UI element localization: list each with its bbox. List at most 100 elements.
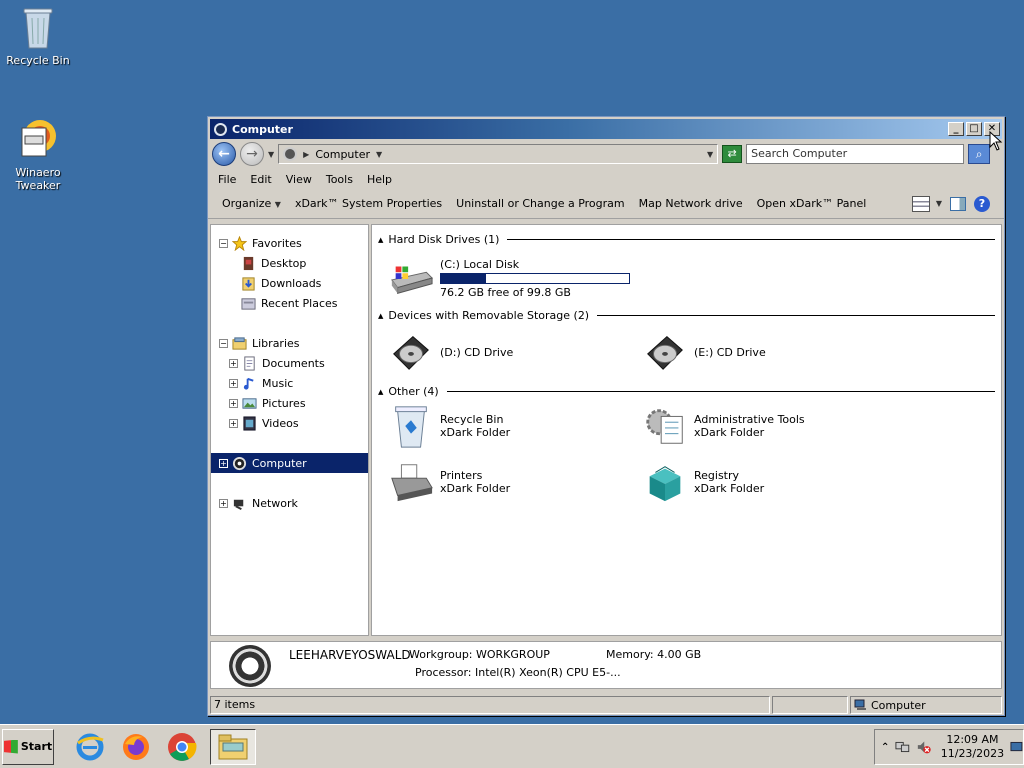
- explorer-window: Computer _ □ ✕ ← → ▼ ▶ Computer ▼ ▼ ⇄ Se…: [207, 116, 1005, 716]
- firefox-icon[interactable]: [118, 729, 154, 765]
- nav-desktop[interactable]: Desktop: [211, 253, 368, 273]
- collapse-arrow-icon[interactable]: ▲: [378, 388, 383, 396]
- nav-videos[interactable]: + Videos: [211, 413, 368, 433]
- system-properties-button[interactable]: xDark™ System Properties: [289, 197, 450, 210]
- collapse-icon[interactable]: −: [219, 338, 228, 348]
- breadcrumb-computer[interactable]: Computer: [315, 148, 370, 161]
- maximize-button[interactable]: □: [966, 122, 982, 136]
- documents-icon: [244, 355, 255, 371]
- change-view-icon[interactable]: [911, 195, 930, 212]
- chevron-right-icon[interactable]: ▶: [303, 150, 309, 159]
- local-disk-icon: [391, 266, 434, 294]
- chevron-down-icon[interactable]: ▼: [376, 150, 382, 159]
- search-input[interactable]: Search Computer: [746, 144, 965, 164]
- address-toolbar: ← → ▼ ▶ Computer ▼ ▼ ⇄ Search Computer ⌕: [208, 139, 1004, 169]
- administrative-tools-icon: [646, 409, 683, 444]
- item-registry[interactable]: Registry xDark Folder: [642, 459, 764, 505]
- item-administrative-tools[interactable]: Administrative Tools xDark Folder: [642, 403, 805, 449]
- nav-music[interactable]: + Music: [211, 373, 368, 393]
- mouse-cursor-icon: [989, 131, 1003, 151]
- drive-c[interactable]: (C:) Local Disk 76.2 GB free of 99.8 GB: [388, 255, 630, 301]
- workgroup: Workgroup: WORKGROUP: [409, 648, 550, 661]
- title-bar[interactable]: Computer _ □ ✕: [210, 119, 1002, 139]
- desktop-icon-winaero-tweaker[interactable]: Winaero Tweaker: [0, 118, 76, 192]
- music-icon: [243, 377, 254, 390]
- help-icon[interactable]: ?: [974, 195, 990, 212]
- details-pane: LEEHARVEYOSWALD Workgroup: WORKGROUP Mem…: [210, 641, 1002, 689]
- drive-e[interactable]: (E:) CD Drive: [642, 329, 766, 375]
- address-history-chevron-icon[interactable]: ▼: [707, 150, 713, 159]
- expand-icon[interactable]: +: [229, 358, 238, 368]
- group-hard-disk-drives[interactable]: ▲ Hard Disk Drives (1): [378, 233, 995, 246]
- nav-network[interactable]: + Network: [211, 493, 368, 513]
- nav-computer[interactable]: + Computer: [211, 453, 368, 473]
- computer-icon: [229, 645, 271, 687]
- cd-drive-icon: [393, 336, 429, 370]
- desktop-icon-recycle-bin[interactable]: Recycle Bin: [0, 6, 76, 67]
- collapse-icon[interactable]: −: [219, 238, 228, 248]
- view-options-chevron-icon[interactable]: ▼: [936, 199, 942, 208]
- downloads-icon: [242, 276, 255, 291]
- open-panel-button[interactable]: Open xDark™ Panel: [751, 197, 875, 210]
- drive-d[interactable]: (D:) CD Drive: [388, 329, 513, 375]
- volume-muted-icon[interactable]: [916, 739, 931, 755]
- expand-icon[interactable]: +: [229, 418, 238, 428]
- forward-button[interactable]: →: [240, 142, 264, 166]
- chrome-icon[interactable]: [164, 729, 200, 765]
- menu-edit[interactable]: Edit: [244, 173, 279, 186]
- computer-icon: [214, 122, 227, 136]
- expand-icon[interactable]: +: [229, 398, 238, 408]
- star-icon: [232, 235, 247, 251]
- show-hidden-icons-chevron-icon[interactable]: ⌃: [881, 742, 889, 753]
- pictures-icon: [242, 397, 257, 409]
- desktop-icon: [243, 256, 254, 270]
- group-removable-storage[interactable]: ▲ Devices with Removable Storage (2): [378, 309, 995, 322]
- menu-tools[interactable]: Tools: [320, 173, 361, 186]
- nav-favorites[interactable]: − Favorites: [211, 233, 368, 253]
- map-network-drive-button[interactable]: Map Network drive: [633, 197, 751, 210]
- navigation-pane: − Favorites Desktop Downloads Recent Pla…: [210, 224, 369, 636]
- computer-name: LEEHARVEYOSWALD: [289, 648, 411, 662]
- videos-icon: [243, 415, 256, 431]
- menu-file[interactable]: File: [212, 173, 244, 186]
- nav-libraries[interactable]: − Libraries: [211, 333, 368, 353]
- preview-pane-icon[interactable]: [950, 196, 966, 211]
- menu-view[interactable]: View: [280, 173, 320, 186]
- recent-pages-chevron-icon[interactable]: ▼: [268, 150, 274, 159]
- organize-button[interactable]: Organize ▼: [216, 197, 289, 210]
- nav-pictures[interactable]: + Pictures: [211, 393, 368, 413]
- explorer-taskbar-button[interactable]: [210, 728, 256, 765]
- collapse-arrow-icon[interactable]: ▲: [378, 236, 383, 244]
- group-other[interactable]: ▲ Other (4): [378, 385, 995, 398]
- network-status-icon[interactable]: [895, 739, 910, 755]
- drive-c-usage-bar: [440, 272, 630, 284]
- cd-drive-icon: [647, 336, 683, 370]
- nav-downloads[interactable]: Downloads: [211, 273, 368, 293]
- network-icon: [233, 499, 244, 510]
- expand-icon[interactable]: +: [219, 498, 228, 508]
- registry-icon: [649, 466, 681, 502]
- item-recycle-bin[interactable]: Recycle Bin xDark Folder: [388, 403, 510, 449]
- nav-recent-places[interactable]: Recent Places: [211, 293, 368, 313]
- item-printers[interactable]: Printers xDark Folder: [388, 459, 510, 505]
- internet-explorer-icon[interactable]: [72, 729, 108, 765]
- collapse-arrow-icon[interactable]: ▲: [378, 312, 383, 320]
- window-title: Computer: [232, 122, 293, 136]
- minimize-button[interactable]: _: [948, 122, 964, 136]
- search-icon[interactable]: ⌕: [968, 144, 991, 164]
- expand-icon[interactable]: +: [229, 378, 238, 388]
- refresh-button[interactable]: ⇄: [722, 145, 743, 163]
- expand-icon[interactable]: +: [219, 458, 228, 468]
- clock[interactable]: 12:09 AM 11/23/2023: [941, 733, 1004, 761]
- show-desktop-icon[interactable]: [1010, 740, 1023, 754]
- start-button[interactable]: Start: [2, 728, 54, 765]
- computer-icon: [283, 147, 298, 161]
- command-bar: Organize ▼ xDark™ System Properties Unin…: [208, 189, 1004, 219]
- system-tray: ⌃ 12:09 AM 11/23/2023: [874, 729, 1024, 765]
- uninstall-program-button[interactable]: Uninstall or Change a Program: [450, 197, 632, 210]
- address-bar[interactable]: ▶ Computer ▼ ▼: [278, 144, 719, 164]
- drive-c-name: (C:) Local Disk: [440, 257, 520, 271]
- menu-help[interactable]: Help: [361, 173, 400, 186]
- nav-documents[interactable]: + Documents: [211, 353, 368, 373]
- back-button[interactable]: ←: [212, 142, 236, 166]
